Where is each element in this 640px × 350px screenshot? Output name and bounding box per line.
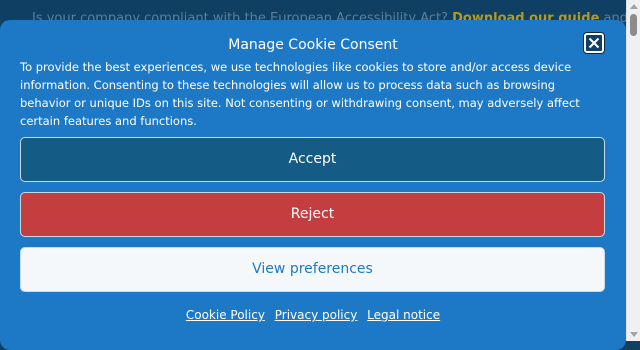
- page-scrollbar[interactable]: [626, 0, 640, 341]
- legal-notice-link[interactable]: Legal notice: [367, 308, 440, 322]
- consent-message: To provide the best experiences, we use …: [20, 60, 580, 128]
- cookie-policy-link[interactable]: Cookie Policy: [186, 308, 265, 322]
- scroll-thumb[interactable]: [630, 14, 637, 36]
- scroll-up-icon[interactable]: [630, 4, 638, 9]
- accept-button[interactable]: Accept: [20, 137, 605, 182]
- view-preferences-button[interactable]: View preferences: [20, 247, 605, 292]
- cookie-consent-dialog: Manage Cookie Consent To provide the bes…: [0, 20, 626, 350]
- close-icon: [588, 37, 600, 49]
- scroll-down-icon[interactable]: [630, 332, 638, 337]
- privacy-policy-link[interactable]: Privacy policy: [275, 308, 358, 322]
- consent-title: Manage Cookie Consent: [228, 37, 398, 53]
- close-button[interactable]: [584, 33, 604, 53]
- policy-links: Cookie Policy Privacy policy Legal notic…: [0, 307, 626, 323]
- reject-button[interactable]: Reject: [20, 192, 605, 237]
